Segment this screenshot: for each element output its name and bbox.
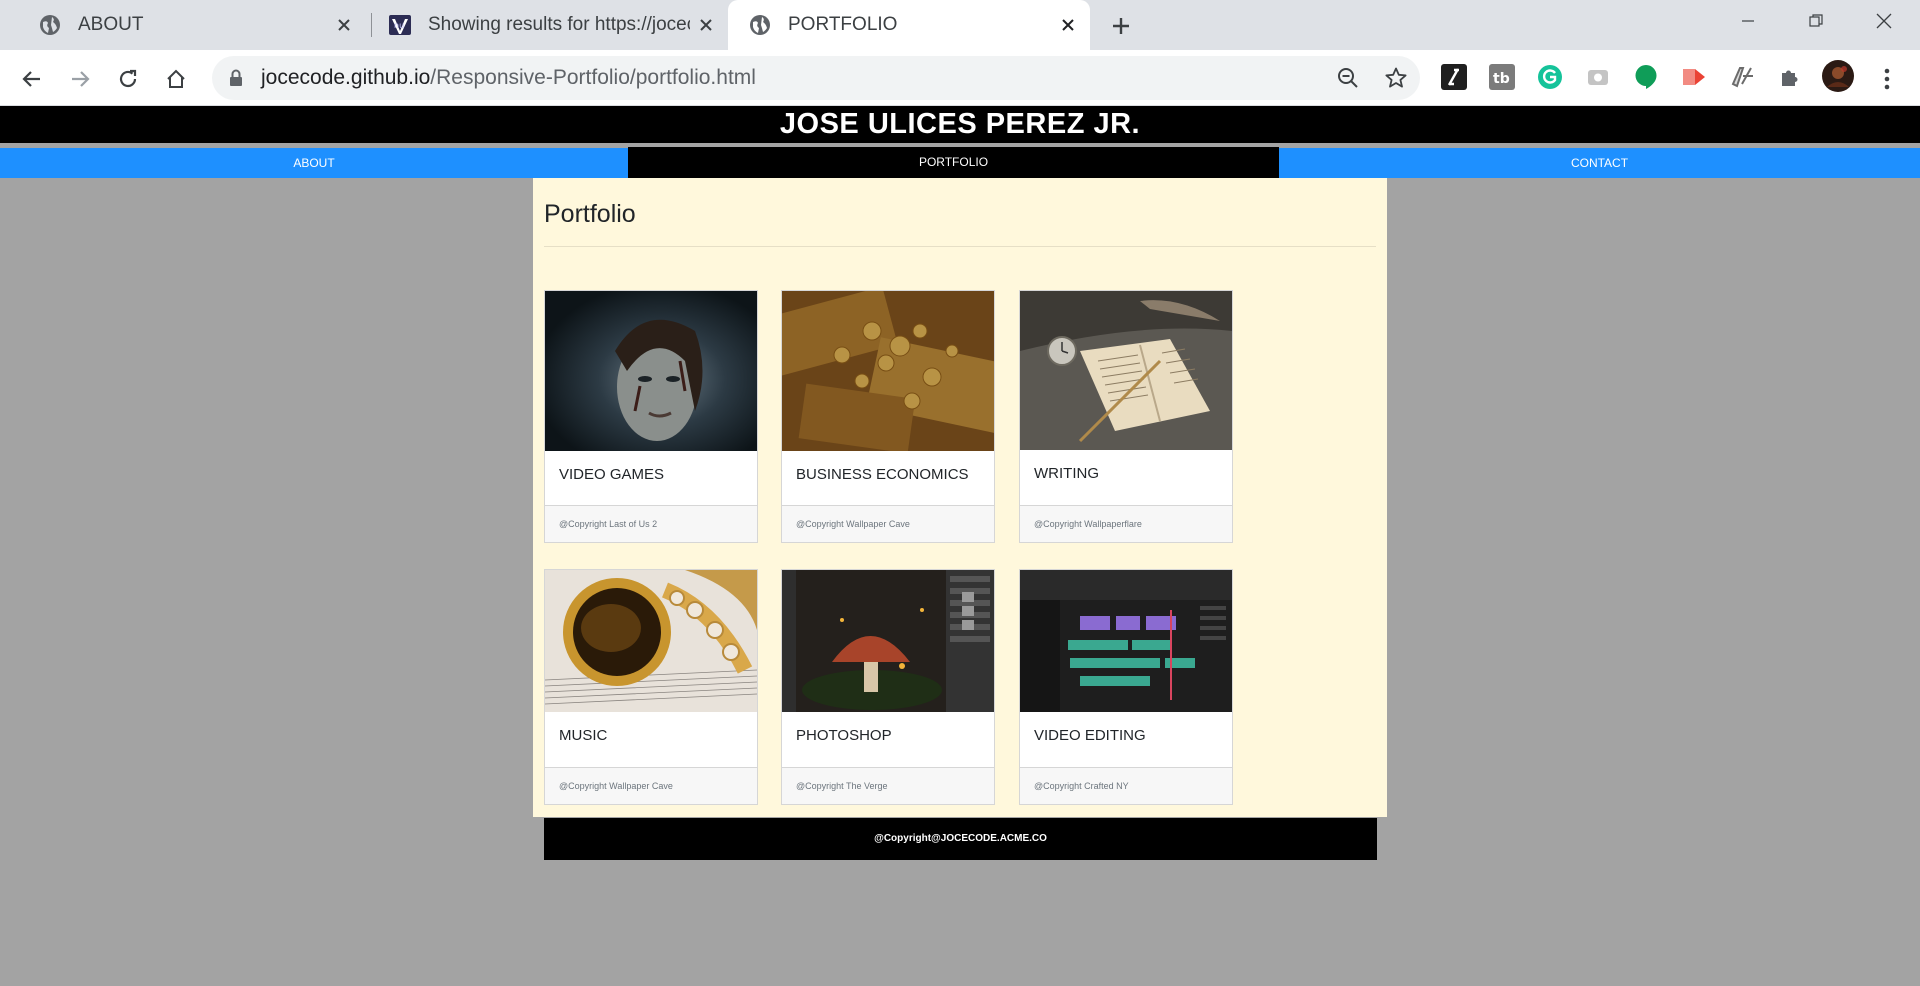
nav-link-contact[interactable]: CONTACT <box>1279 148 1920 178</box>
card-credit: @Copyright Wallpaper Cave <box>545 767 757 804</box>
close-window-button[interactable] <box>1851 0 1917 42</box>
browser-toolbar: jocecode.github.io/Responsive-Portfolio/… <box>0 50 1920 106</box>
card-credit: @Copyright Last of Us 2 <box>545 505 757 542</box>
reload-button[interactable] <box>111 62 145 96</box>
card-title: VIDEO EDITING <box>1034 727 1146 744</box>
portfolio-card-video-editing[interactable]: VIDEO EDITING @Copyright Crafted NY <box>1019 569 1233 805</box>
url-host: jocecode.github.io <box>261 66 431 89</box>
tb-ext-icon[interactable]: tb <box>1488 63 1516 91</box>
tab-title: ABOUT <box>78 14 144 35</box>
slash-ext-icon[interactable] <box>1440 63 1468 91</box>
record-ext-icon[interactable] <box>1680 63 1708 91</box>
card-credit: @Copyright Wallpaper Cave <box>782 505 994 542</box>
minimize-button[interactable] <box>1715 0 1781 42</box>
close-tab-icon[interactable] <box>328 9 360 41</box>
nu-html-checker-icon: nu <box>389 15 411 35</box>
divider <box>544 246 1376 247</box>
restore-icon <box>1809 14 1823 27</box>
globe-icon <box>750 15 770 35</box>
reload-icon <box>119 69 137 88</box>
close-icon <box>1876 13 1892 29</box>
hangouts-icon[interactable] <box>1632 63 1660 91</box>
site-navbar: ABOUT PORTFOLIO CONTACT <box>0 147 1920 178</box>
tab-portfolio[interactable]: PORTFOLIO <box>728 0 1090 50</box>
card-credit: @Copyright Wallpaperflare <box>1020 505 1232 542</box>
portfolio-card-photoshop[interactable]: PHOTOSHOP @Copyright The Verge <box>781 569 995 805</box>
card-title: VIDEO GAMES <box>559 466 665 483</box>
portfolio-card-video-games[interactable]: VIDEO GAMES @Copyright Last of Us 2 <box>544 290 758 543</box>
puzzle-icon[interactable] <box>1776 63 1804 91</box>
site-title: JOSE ULICES PEREZ JR. <box>0 106 1920 143</box>
lock-icon <box>230 69 242 86</box>
plus-icon <box>1113 18 1129 34</box>
restore-button[interactable] <box>1783 0 1849 42</box>
browser-tab-strip: ABOUT nu Showing results for https://joc… <box>0 0 1920 50</box>
tab-title: Showing results for https://jocec <box>428 14 690 35</box>
portfolio-card-writing[interactable]: WRITING @Copyright Wallpaperflare <box>1019 290 1233 543</box>
home-icon <box>167 69 185 88</box>
kebab-menu-icon <box>1884 68 1890 90</box>
card-title: PHOTOSHOP <box>796 727 892 744</box>
page-title: Portfolio <box>544 200 636 228</box>
svg-text:tb: tb <box>1493 71 1510 87</box>
translate-ext-icon[interactable] <box>1728 63 1756 91</box>
nav-link-about[interactable]: ABOUT <box>0 148 628 178</box>
address-bar[interactable]: jocecode.github.io/Responsive-Portfolio/… <box>212 56 1420 100</box>
portfolio-section: Portfolio VIDEO GAMES @Copyright Last of… <box>533 178 1387 817</box>
game-character-photo <box>545 291 757 451</box>
tab-html-checker[interactable]: nu Showing results for https://jocec <box>372 0 728 50</box>
card-credit: @Copyright Crafted NY <box>1020 767 1232 804</box>
grammarly-icon[interactable] <box>1536 63 1564 91</box>
tab-about[interactable]: ABOUT <box>8 0 366 50</box>
zoom-out-icon[interactable] <box>1336 66 1360 90</box>
card-credit: @Copyright The Verge <box>782 767 994 804</box>
saxophone-photo <box>545 570 757 712</box>
open-book-quill-photo <box>1020 291 1232 450</box>
arrow-right-icon <box>72 71 90 87</box>
portfolio-card-business-economics[interactable]: BUSINESS ECONOMICS @Copyright Wallpaper … <box>781 290 995 543</box>
home-button[interactable] <box>159 62 193 96</box>
globe-icon <box>40 15 60 35</box>
close-tab-icon[interactable] <box>690 9 722 41</box>
site-footer: @Copyright@JOCECODE.ACME.CO <box>544 818 1377 860</box>
portfolio-card-music[interactable]: MUSIC @Copyright Wallpaper Cave <box>544 569 758 805</box>
bookmark-star-icon[interactable] <box>1384 66 1408 90</box>
svg-text:nu: nu <box>394 21 404 30</box>
arrow-left-icon <box>22 71 40 87</box>
photoshop-mushroom-photo <box>782 570 994 712</box>
browser-menu-button[interactable] <box>1870 62 1904 96</box>
new-tab-button[interactable] <box>1104 9 1138 43</box>
video-editor-timeline-photo <box>1020 570 1232 712</box>
profile-avatar[interactable] <box>1822 60 1854 92</box>
card-title: MUSIC <box>559 727 608 744</box>
card-title: WRITING <box>1034 465 1099 482</box>
card-title: BUSINESS ECONOMICS <box>796 466 969 483</box>
nav-link-portfolio[interactable]: PORTFOLIO <box>628 147 1279 178</box>
camera-ext-icon[interactable] <box>1584 63 1612 91</box>
url-path: /Responsive-Portfolio/portfolio.html <box>430 66 756 89</box>
tab-title: PORTFOLIO <box>788 14 898 35</box>
back-button[interactable] <box>15 62 49 96</box>
coins-and-bills-photo <box>782 291 994 451</box>
close-tab-icon[interactable] <box>1052 9 1084 41</box>
forward-button[interactable] <box>63 62 97 96</box>
minimize-icon <box>1742 20 1754 22</box>
url-text[interactable]: jocecode.github.io/Responsive-Portfolio/… <box>261 66 756 90</box>
